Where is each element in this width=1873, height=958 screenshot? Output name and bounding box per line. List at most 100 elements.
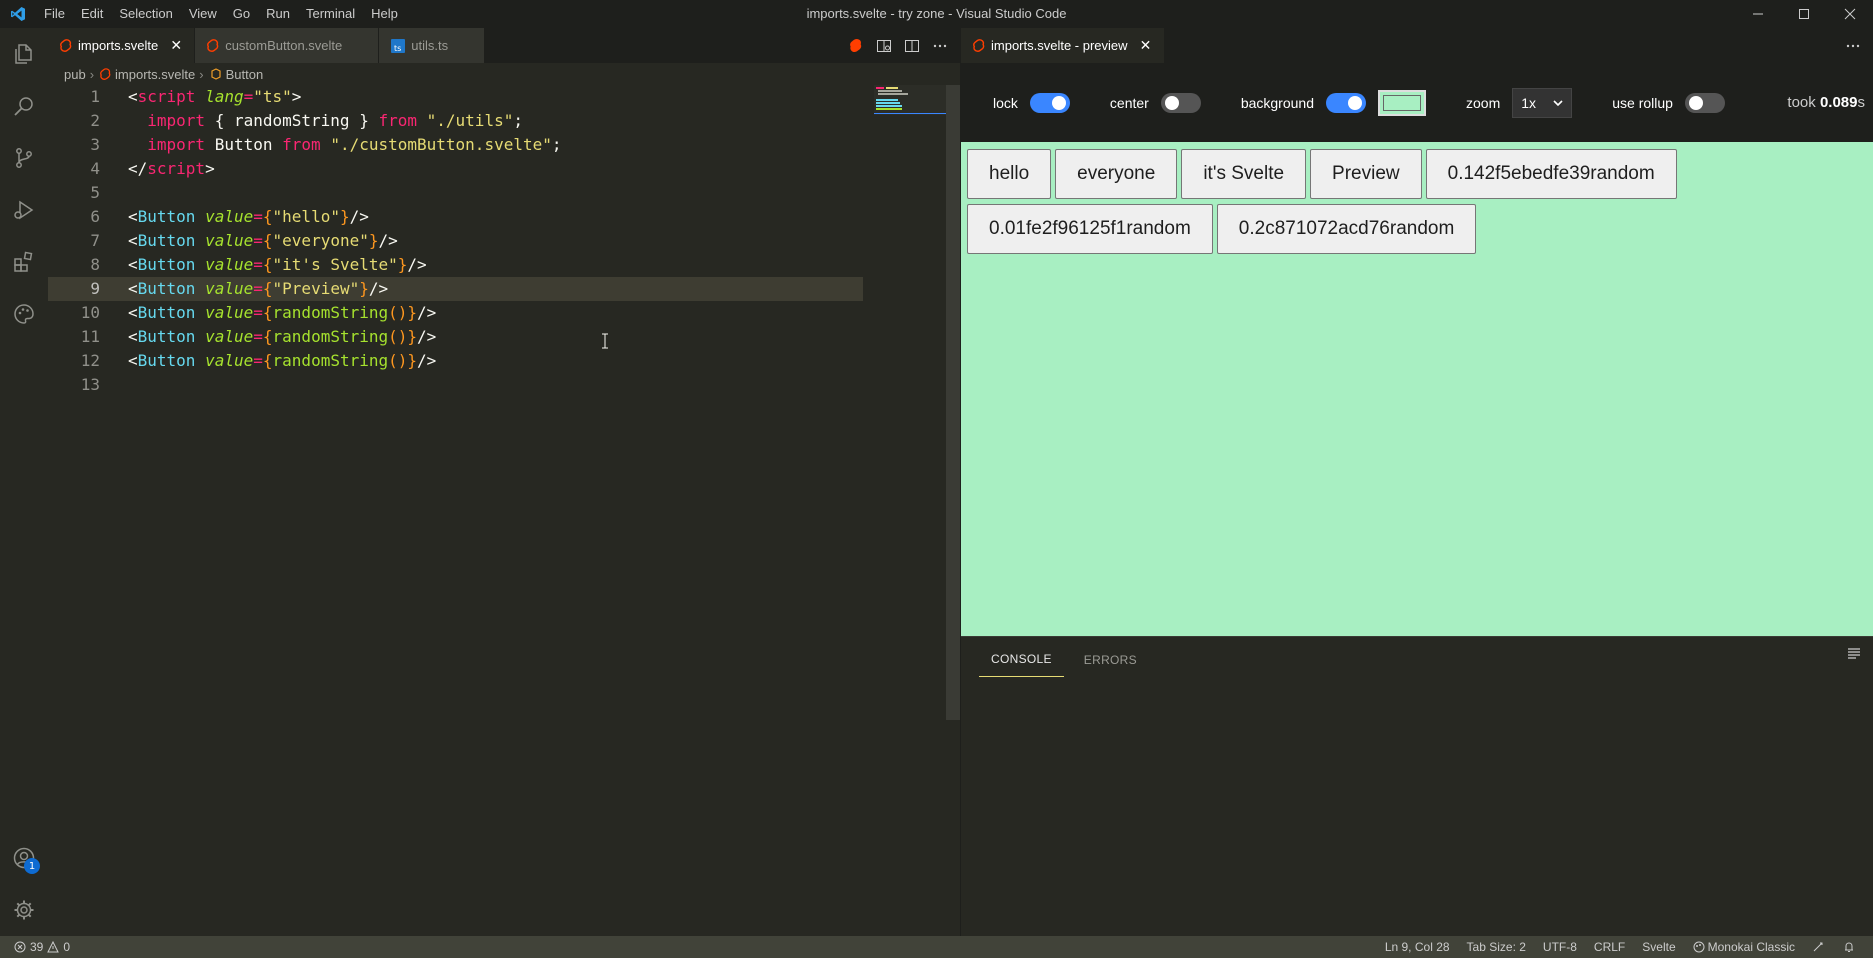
- console-panel: CONSOLE ERRORS: [961, 636, 1873, 936]
- close-tab-icon[interactable]: ✕: [352, 37, 368, 54]
- code-editor[interactable]: 1 <script lang="ts"> 2 import { randomStr…: [48, 85, 960, 936]
- preview-button[interactable]: it's Svelte: [1181, 149, 1307, 199]
- line-number: 12: [80, 351, 100, 370]
- window-controls: [1735, 0, 1873, 28]
- preview-button[interactable]: everyone: [1055, 149, 1178, 199]
- broadcast-icon: [1813, 942, 1823, 952]
- encoding[interactable]: UTF-8: [1543, 940, 1577, 954]
- tab-size[interactable]: Tab Size: 2: [1467, 940, 1526, 954]
- close-window-button[interactable]: [1827, 0, 1873, 28]
- symbol-icon: [210, 68, 222, 80]
- live-share-button[interactable]: [1812, 941, 1826, 953]
- lock-label: lock: [993, 94, 1018, 111]
- more-icon: [933, 44, 947, 47]
- close-tab-icon[interactable]: ✕: [168, 37, 184, 54]
- maximize-icon: [1799, 9, 1809, 19]
- svelte-icon: [973, 38, 985, 53]
- manage-button[interactable]: [0, 884, 48, 936]
- menu-go[interactable]: Go: [225, 0, 258, 28]
- menu-selection[interactable]: Selection: [111, 0, 180, 28]
- line-number: 5: [90, 183, 100, 202]
- more-actions-button[interactable]: [1841, 34, 1865, 58]
- toggle-knob: [1348, 95, 1362, 110]
- split-editor-icon: [905, 39, 919, 52]
- rollup-label: use rollup: [1612, 94, 1673, 111]
- open-preview-button[interactable]: [844, 34, 868, 58]
- code-line: 12 <Button value={randomString()}/>: [48, 349, 960, 373]
- activity-bar: 1: [0, 28, 48, 936]
- center-toggle[interactable]: [1160, 92, 1201, 113]
- lock-toggle[interactable]: [1029, 92, 1070, 113]
- line-number: 7: [90, 231, 100, 250]
- cursor-position[interactable]: Ln 9, Col 28: [1385, 940, 1450, 954]
- zoom-control: zoom 1x: [1466, 87, 1573, 118]
- more-actions-button[interactable]: [928, 34, 952, 58]
- background-control: background: [1240, 89, 1426, 116]
- notifications-button[interactable]: [1843, 941, 1855, 953]
- accounts-button[interactable]: 1: [0, 832, 48, 884]
- minimap[interactable]: [874, 85, 946, 115]
- title-bar: File Edit Selection View Go Run Terminal…: [0, 0, 1873, 28]
- menu-edit[interactable]: Edit: [73, 0, 111, 28]
- warning-icon: [47, 941, 60, 953]
- search-button[interactable]: [0, 80, 48, 132]
- rollup-control: use rollup: [1612, 92, 1725, 113]
- line-ending[interactable]: CRLF: [1594, 940, 1625, 954]
- menu-terminal[interactable]: Terminal: [298, 0, 363, 28]
- zoom-select[interactable]: 1x: [1512, 87, 1573, 118]
- explorer-button[interactable]: [0, 28, 48, 80]
- menu-run[interactable]: Run: [258, 0, 298, 28]
- editor-actions: [844, 28, 960, 63]
- menu-bar: File Edit Selection View Go Run Terminal…: [36, 0, 406, 28]
- menu-view[interactable]: View: [181, 0, 225, 28]
- breadcrumb-symbol[interactable]: Button: [226, 67, 264, 82]
- lock-control: lock: [993, 92, 1070, 113]
- theme-indicator[interactable]: Monokai Classic: [1693, 940, 1795, 954]
- theme-name: Monokai Classic: [1707, 940, 1795, 954]
- preview-side-icon: [877, 39, 891, 52]
- extensions-button[interactable]: [0, 236, 48, 288]
- tab-utils-ts[interactable]: ts utils.ts ✕: [379, 28, 486, 63]
- minimize-button[interactable]: [1735, 0, 1781, 28]
- build-time: took 0.089s: [1787, 94, 1865, 111]
- run-debug-button[interactable]: [0, 184, 48, 236]
- toggle-knob: [1688, 95, 1703, 110]
- code-line: 11 <Button value={randomString()}/>: [48, 325, 960, 349]
- svg-text:ts: ts: [394, 44, 401, 53]
- preview-button[interactable]: hello: [967, 149, 1052, 199]
- tab-errors[interactable]: ERRORS: [1072, 653, 1149, 677]
- tab-custombutton-svelte[interactable]: customButton.svelte ✕: [195, 28, 380, 63]
- close-tab-icon[interactable]: ✕: [458, 37, 474, 54]
- background-toggle[interactable]: [1326, 92, 1366, 113]
- code-line: 4 </script>: [48, 157, 960, 181]
- background-label: background: [1240, 94, 1314, 111]
- preview-actions: [1841, 28, 1873, 63]
- close-tab-icon[interactable]: ✕: [1138, 37, 1154, 54]
- maximize-button[interactable]: [1781, 0, 1827, 28]
- line-number: 3: [90, 135, 100, 154]
- preview-button[interactable]: 0.2c871072acd76random: [1216, 204, 1477, 254]
- menu-help[interactable]: Help: [363, 0, 406, 28]
- theme-palette-button[interactable]: [0, 288, 48, 340]
- rollup-toggle[interactable]: [1684, 92, 1725, 113]
- menu-file[interactable]: File: [36, 0, 73, 28]
- breadcrumb-folder[interactable]: pub: [64, 67, 86, 82]
- tab-imports-svelte[interactable]: imports.svelte ✕: [48, 28, 196, 63]
- line-number: 13: [80, 375, 100, 394]
- tab-console[interactable]: CONSOLE: [979, 652, 1064, 677]
- console-menu-button[interactable]: [1847, 647, 1861, 663]
- open-preview-side-button[interactable]: [872, 34, 896, 58]
- preview-button[interactable]: Preview: [1310, 149, 1422, 199]
- svelte-preview-icon: [850, 38, 862, 52]
- vertical-scrollbar[interactable]: [946, 85, 960, 720]
- breadcrumb-file[interactable]: imports.svelte: [115, 67, 195, 82]
- tab-preview[interactable]: imports.svelte - preview ✕: [961, 28, 1165, 63]
- source-control-button[interactable]: [0, 132, 48, 184]
- preview-button[interactable]: 0.01fe2f96125f1random: [967, 204, 1213, 254]
- language-mode[interactable]: Svelte: [1642, 940, 1675, 954]
- preview-button[interactable]: 0.142f5ebedfe39random: [1425, 149, 1677, 199]
- line-number: 6: [90, 207, 100, 226]
- problems-indicator[interactable]: 39 0: [0, 940, 70, 954]
- split-editor-button[interactable]: [900, 34, 924, 58]
- background-color-picker[interactable]: [1378, 89, 1426, 116]
